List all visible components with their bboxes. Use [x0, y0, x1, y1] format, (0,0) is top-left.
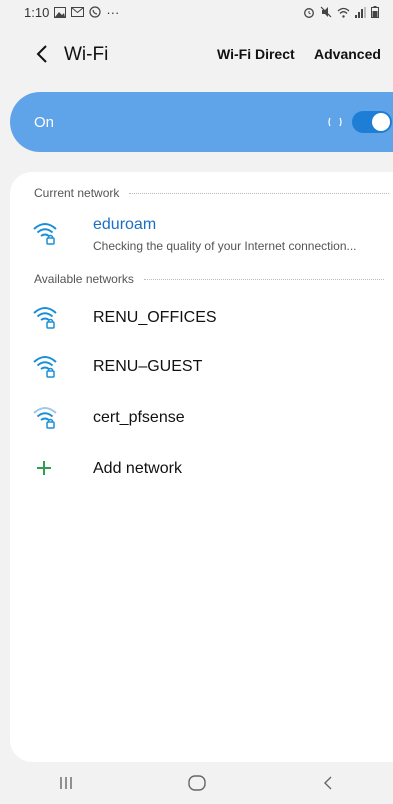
- network-name: RENU_OFFICES: [93, 309, 217, 326]
- battery-icon: [371, 6, 379, 18]
- recents-button[interactable]: [36, 762, 96, 804]
- available-networks-header: Available networks: [34, 270, 384, 288]
- network-item[interactable]: cert_pfsense: [10, 396, 393, 440]
- chevron-left-icon: [323, 776, 331, 790]
- alarm-icon: [303, 6, 315, 18]
- plus-icon: [37, 461, 51, 475]
- network-name: cert_pfsense: [93, 409, 185, 426]
- network-name: RENU–GUEST: [93, 358, 203, 375]
- whatsapp-icon: [89, 6, 101, 18]
- wifi-toggle-switch[interactable]: [352, 111, 392, 133]
- home-button[interactable]: [167, 762, 227, 804]
- status-left: 1:10 ···: [24, 5, 119, 20]
- network-item-current[interactable]: eduroam Checking the quality of your Int…: [10, 212, 393, 256]
- wifi-toggle-bar[interactable]: On: [10, 92, 393, 152]
- gmail-icon: [71, 7, 85, 17]
- section-divider: [129, 192, 389, 194]
- section-label: Available networks: [34, 272, 134, 286]
- mute-icon: [320, 6, 332, 18]
- network-status: Checking the quality of your Internet co…: [93, 239, 357, 253]
- current-network-header: Current network: [34, 184, 389, 202]
- app-bar: Wi-Fi Wi-Fi Direct Advanced: [0, 36, 393, 72]
- add-network-button[interactable]: Add network: [10, 450, 393, 486]
- status-time: 1:10: [24, 4, 50, 20]
- toggle-label: On: [34, 114, 55, 131]
- navigation-bar: [0, 762, 393, 804]
- wifi-direct-button[interactable]: Wi-Fi Direct: [217, 46, 295, 62]
- network-name: eduroam: [93, 216, 157, 233]
- recents-icon: [59, 777, 72, 789]
- more-icon: ···: [106, 4, 120, 20]
- add-network-label: Add network: [93, 460, 182, 477]
- toggle-mark-icon: [328, 117, 342, 127]
- signal-icon: [355, 6, 366, 18]
- nav-back-button[interactable]: [298, 762, 358, 804]
- wifi-locked-icon: [33, 407, 57, 429]
- section-divider: [143, 278, 384, 280]
- network-item[interactable]: RENU–GUEST: [10, 345, 393, 389]
- network-item[interactable]: RENU_OFFICES: [10, 296, 393, 340]
- status-bar: 1:10 ···: [0, 0, 393, 24]
- back-button[interactable]: [30, 42, 54, 66]
- wifi-locked-icon: [33, 307, 57, 329]
- page-title: Wi-Fi: [64, 44, 109, 65]
- advanced-button[interactable]: Advanced: [314, 46, 381, 62]
- chevron-left-icon: [36, 45, 47, 63]
- section-label: Current network: [34, 186, 120, 200]
- wifi-locked-icon: [33, 356, 57, 378]
- wifi-icon: [337, 7, 350, 18]
- status-right: [303, 6, 379, 18]
- switch-knob: [372, 113, 390, 131]
- gallery-icon: [54, 6, 67, 18]
- home-icon: [187, 775, 206, 791]
- wifi-locked-icon: [33, 223, 57, 245]
